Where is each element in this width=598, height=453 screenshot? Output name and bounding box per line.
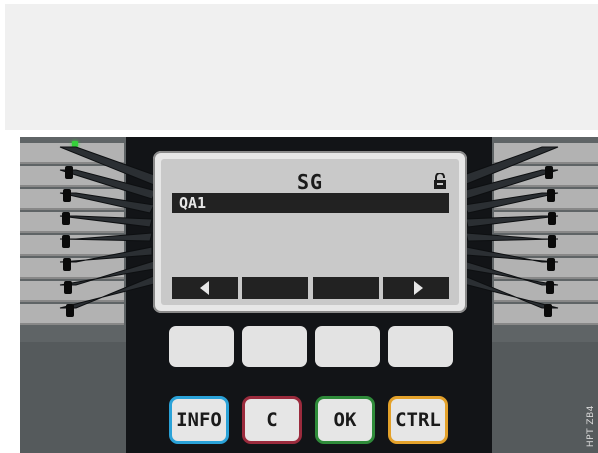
selected-list-item[interactable]: QA1 [172, 193, 449, 213]
device-front-panel: HPT ZB4 SG QA1 INFO C OK CTRL [20, 137, 598, 453]
softkey-button-2[interactable] [242, 326, 307, 367]
softkey-label-3 [313, 277, 379, 299]
screen-title: SG [296, 170, 324, 194]
softkey-label-1 [172, 277, 238, 299]
softkey-button-4[interactable] [388, 326, 453, 367]
softkey-button-1[interactable] [169, 326, 234, 367]
lcd-bezel: SG QA1 [153, 151, 467, 313]
softkey-button-3[interactable] [315, 326, 380, 367]
info-button[interactable]: INFO [169, 396, 229, 444]
blank-header-area [5, 4, 598, 130]
lock-icon [434, 173, 446, 189]
ok-button[interactable]: OK [315, 396, 375, 444]
softkey-label-4 [383, 277, 449, 299]
arrow-right-icon [414, 281, 423, 295]
softkey-label-2 [242, 277, 308, 299]
arrow-left-icon [200, 281, 209, 295]
list-item-label: QA1 [179, 194, 207, 212]
softkey-bar [172, 277, 449, 299]
lcd-screen: SG QA1 [161, 159, 459, 305]
c-button[interactable]: C [242, 396, 302, 444]
ctrl-button[interactable]: CTRL [388, 396, 448, 444]
